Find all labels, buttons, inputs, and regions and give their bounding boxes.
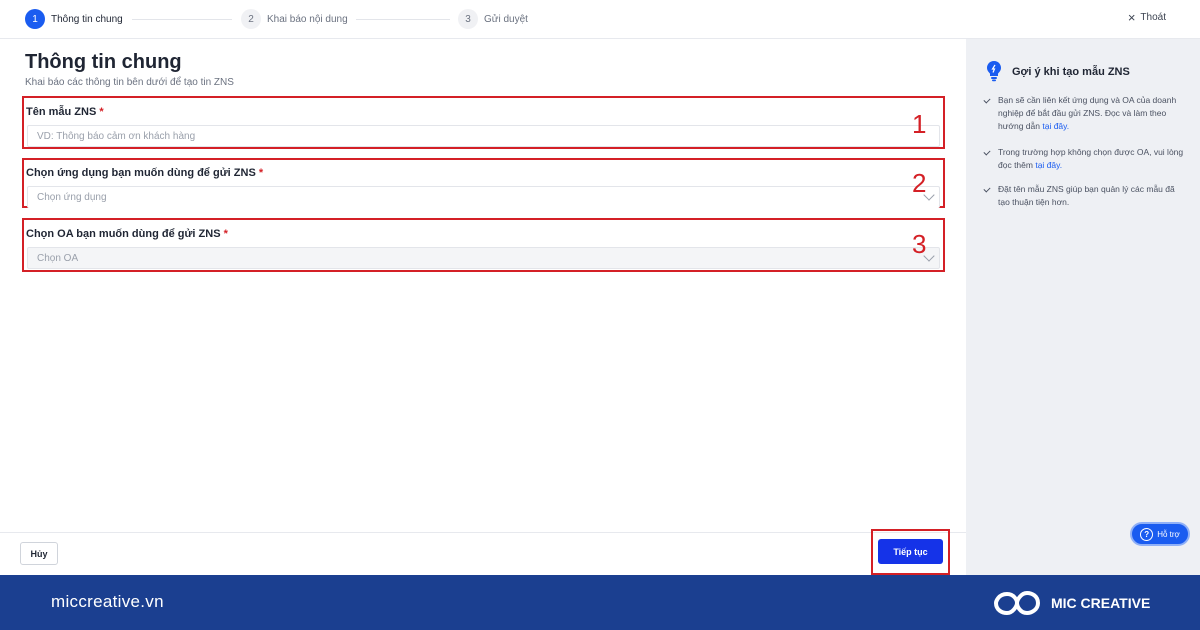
step-connector — [132, 19, 232, 20]
input-placeholder: VD: Thông báo cảm ơn khách hàng — [37, 130, 196, 142]
next-button[interactable]: Tiếp tục — [878, 539, 943, 564]
step-submit-review[interactable]: 3 Gửi duyệt — [458, 9, 528, 29]
brand-logo: MIC CREATIVE — [993, 588, 1150, 618]
cancel-button[interactable]: Hủy — [20, 542, 58, 565]
field-label: Tên mẫu ZNS * — [26, 106, 104, 118]
annotation-number-3: 3 — [912, 229, 927, 259]
step-label: Gửi duyệt — [484, 13, 528, 25]
step-connector — [356, 19, 450, 20]
tip-text: Trong trường hợp không chọn được OA, vui… — [998, 147, 1184, 170]
help-label: Hỗ trợ — [1157, 529, 1180, 539]
step-number: 2 — [241, 9, 261, 29]
field-label-text: Chọn ứng dụng bạn muốn dùng để gửi ZNS — [26, 167, 256, 179]
tip-item: Bạn sẽ cần liên kết ứng dụng và OA của d… — [998, 94, 1188, 133]
field-label: Chọn ứng dụng bạn muốn dùng để gửi ZNS * — [26, 167, 263, 179]
zns-create-page: 1 Thông tin chung 2 Khai báo nội dung 3 … — [0, 0, 1200, 630]
tips-title: Gợi ý khi tạo mẫu ZNS — [1012, 66, 1130, 78]
stepper-header: 1 Thông tin chung 2 Khai báo nội dung 3 … — [0, 0, 1200, 39]
template-name-input[interactable]: VD: Thông báo cảm ơn khách hàng — [27, 125, 940, 147]
close-icon: × — [1127, 9, 1136, 25]
tip-item: Đặt tên mẫu ZNS giúp bạn quản lý các mẫu… — [998, 183, 1188, 209]
field-label-text: Tên mẫu ZNS — [26, 106, 97, 118]
annotation-number-2: 2 — [912, 168, 927, 198]
next-button-highlight: Tiếp tục — [871, 529, 950, 575]
step-label: Khai báo nội dung — [267, 13, 348, 25]
brand-name: MIC CREATIVE — [1051, 595, 1151, 611]
select-placeholder: Chọn ứng dụng — [37, 192, 107, 203]
required-marker: * — [223, 228, 228, 240]
form-action-bar: Hủy Tiếp tục 4 — [0, 529, 994, 575]
tip-link[interactable]: tại đây. — [1035, 160, 1062, 170]
infinity-logo-icon — [993, 590, 1041, 616]
app-select[interactable]: Chọn ứng dụng — [27, 186, 940, 208]
tip-item: Trong trường hợp không chọn được OA, vui… — [998, 146, 1188, 172]
question-icon: ? — [1140, 527, 1154, 541]
select-placeholder: Chọn OA — [37, 252, 79, 264]
site-url: miccreative.vn — [51, 592, 164, 611]
tip-link[interactable]: tại đây. — [1042, 121, 1069, 131]
help-button[interactable]: ? Hỗ trợ — [1130, 522, 1190, 546]
required-marker: * — [99, 106, 104, 118]
field-template-name-highlight: Tên mẫu ZNS * VD: Thông báo cảm ơn khách… — [22, 96, 945, 149]
brand-footer: miccreative.vn MIC CREATIVE — [0, 575, 1200, 630]
field-label: Chọn OA bạn muốn dùng để gửi ZNS * — [26, 228, 228, 240]
check-icon — [983, 185, 991, 193]
field-app-select-highlight: Chọn ứng dụng bạn muốn dùng để gửi ZNS *… — [22, 158, 945, 208]
step-number: 1 — [25, 9, 45, 29]
page-subtitle: Khai báo các thông tin bên dưới để tạo t… — [25, 77, 234, 88]
step-label: Thông tin chung — [51, 13, 123, 25]
field-oa-select-highlight: Chọn OA bạn muốn dùng để gửi ZNS * Chọn … — [22, 218, 945, 272]
page-title: Thông tin chung — [25, 51, 182, 73]
lightbulb-icon — [987, 61, 1001, 82]
main-form-area: Thông tin chung Khai báo các thông tin b… — [0, 39, 966, 532]
step-general-info[interactable]: 1 Thông tin chung — [25, 9, 123, 29]
oa-select[interactable]: Chọn OA — [27, 247, 940, 269]
check-icon — [983, 148, 991, 156]
check-icon — [983, 96, 991, 104]
exit-button[interactable]: × Thoát — [1127, 9, 1166, 25]
tips-panel: Gợi ý khi tạo mẫu ZNS Bạn sẽ cần liên kế… — [966, 39, 1200, 575]
exit-label: Thoát — [1140, 12, 1166, 23]
field-label-text: Chọn OA bạn muốn dùng để gửi ZNS — [26, 228, 221, 240]
annotation-number-1: 1 — [912, 109, 927, 139]
step-content-declaration[interactable]: 2 Khai báo nội dung — [241, 9, 348, 29]
required-marker: * — [258, 167, 264, 179]
tip-text: Bạn sẽ cần liên kết ứng dụng và OA của d… — [998, 95, 1177, 131]
step-number: 3 — [458, 9, 478, 29]
tip-text: Đặt tên mẫu ZNS giúp bạn quản lý các mẫu… — [998, 184, 1175, 207]
